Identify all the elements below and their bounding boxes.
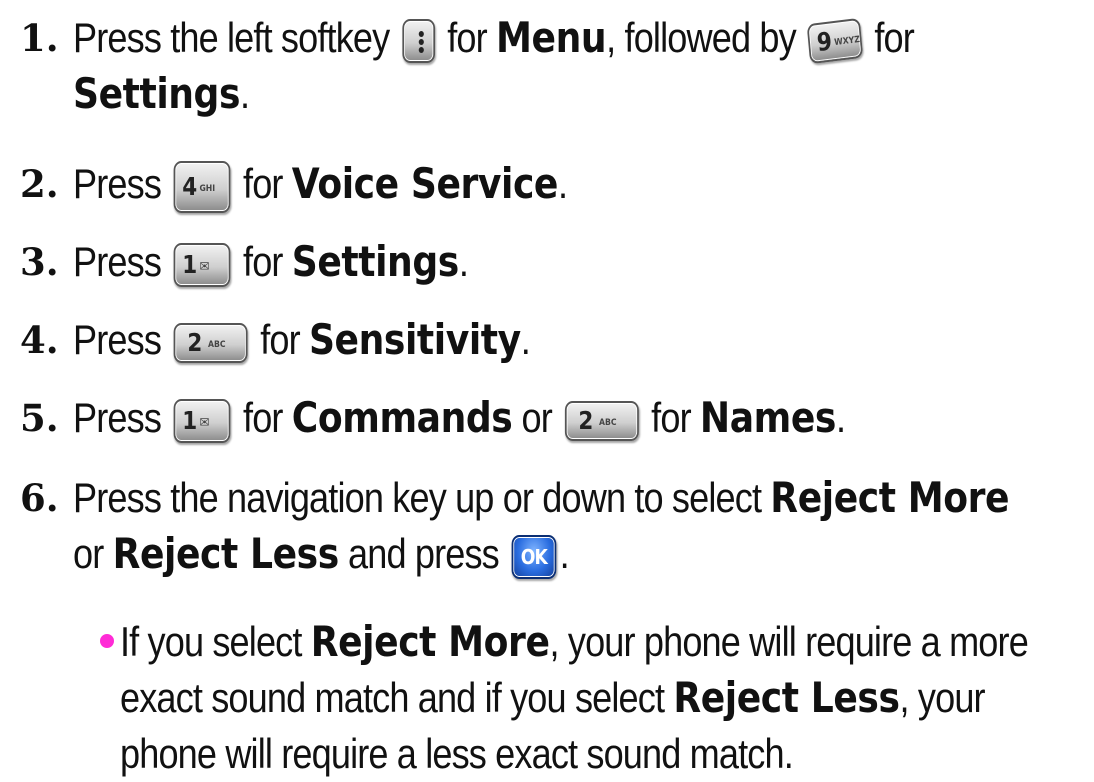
step-5: 5. Press 1 ✉ for Commands or 2 ABC for Nam… xyxy=(20,390,1090,450)
reject-less-label: Reject Less xyxy=(673,673,900,722)
reject-more-label: Reject More xyxy=(310,617,550,666)
step-number: 3. xyxy=(20,240,59,284)
key-4-icon: 4 GHI xyxy=(173,160,231,213)
step-number: 4. xyxy=(20,318,59,362)
step-2: 2. Press 4 GHI for Voice Service. xyxy=(20,156,1090,216)
step-text: Press 2 ABC for Sensitivity. xyxy=(73,315,531,364)
step-text: Press the left softkey for Menu, followe… xyxy=(73,13,915,118)
key-9-icon: 9 WXYZ xyxy=(806,17,864,65)
key-1-icon: 1 ✉ xyxy=(173,398,231,443)
settings-label: Settings xyxy=(291,237,459,286)
left-softkey-icon xyxy=(401,18,435,63)
note-bullet: If you select Reject More, your phone wi… xyxy=(100,614,1090,782)
step-number: 5. xyxy=(20,396,59,440)
settings-label: Settings xyxy=(73,69,241,118)
reject-less-label: Reject Less xyxy=(112,529,340,578)
step-text: Press the navigation key up or down to s… xyxy=(73,473,1010,579)
key-2-icon: 2 ABC xyxy=(564,400,639,441)
reject-more-label: Reject More xyxy=(770,473,1010,522)
step-number: 1. xyxy=(20,16,59,60)
key-2-icon: 2 ABC xyxy=(173,322,248,363)
key-1-icon: 1 ✉ xyxy=(173,242,231,287)
voice-service-label: Voice Service xyxy=(291,159,559,208)
instruction-list: 1. Press the left softkey for Menu, foll… xyxy=(0,0,1094,782)
step-text: Press 1 ✉ for Commands or 2 ABC for Names. xyxy=(73,393,846,443)
ok-key-icon: OK xyxy=(511,534,557,579)
step-number: 2. xyxy=(20,162,59,206)
step-6: 6. Press the navigation key up or down t… xyxy=(20,470,1090,582)
note-text: If you select Reject More, your phone wi… xyxy=(120,617,1029,777)
step-3: 3. Press 1 ✉ for Settings. xyxy=(20,234,1090,294)
bullet-dot-icon xyxy=(100,634,114,648)
commands-label: Commands xyxy=(291,393,513,442)
sensitivity-label: Sensitivity xyxy=(308,315,521,364)
step-text: Press 1 ✉ for Settings. xyxy=(73,237,469,287)
step-text: Press 4 GHI for Voice Service. xyxy=(73,156,1088,213)
step-number: 6. xyxy=(20,476,59,520)
step-4: 4. Press 2 ABC for Sensitivity. xyxy=(20,312,1090,372)
menu-label: Menu xyxy=(496,13,607,62)
names-label: Names xyxy=(699,393,837,442)
step-1: 1. Press the left softkey for Menu, foll… xyxy=(20,10,1090,122)
